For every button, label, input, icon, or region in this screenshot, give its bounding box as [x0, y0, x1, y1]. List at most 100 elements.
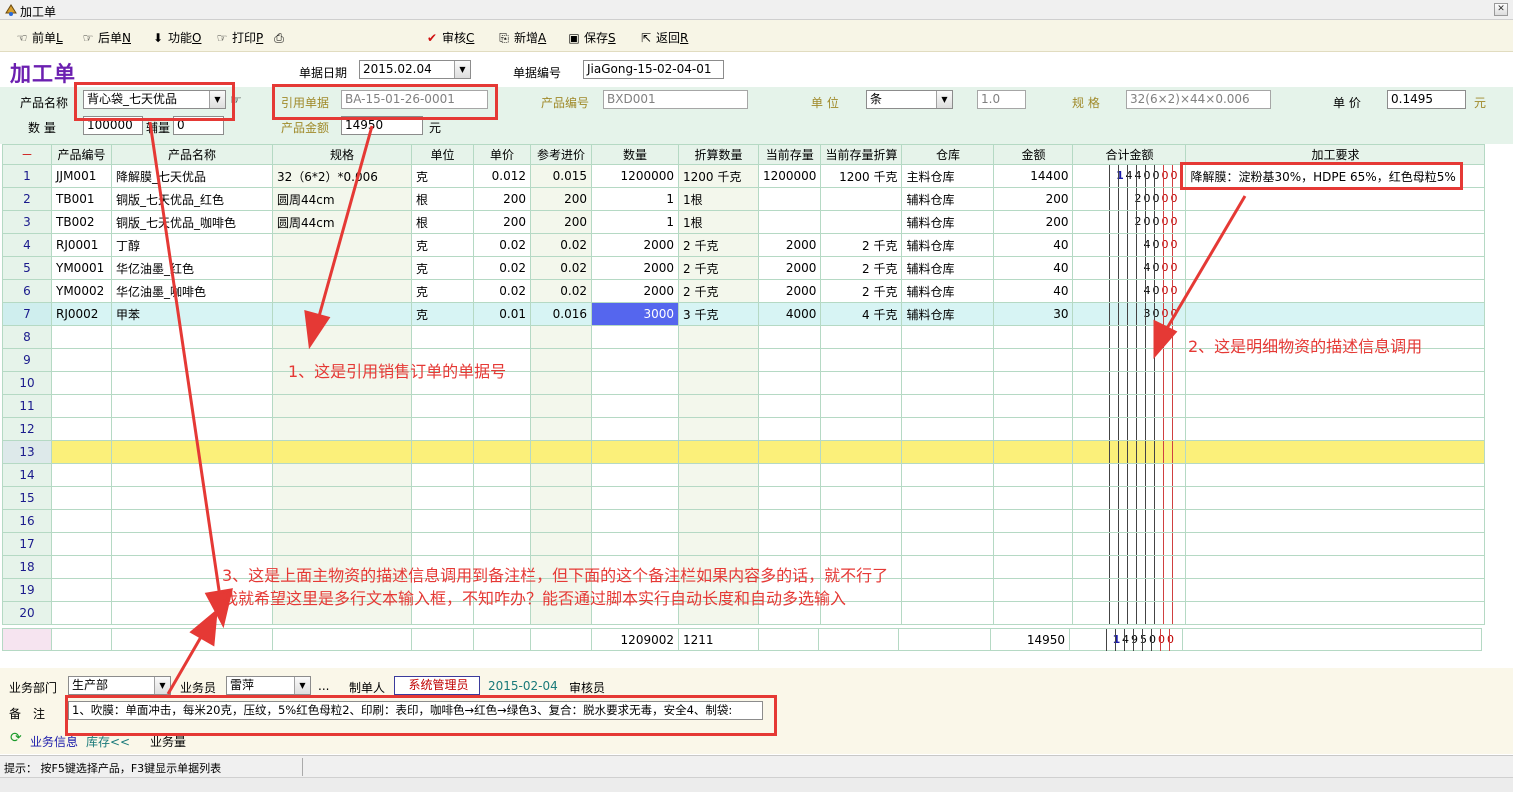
grid-cell[interactable]	[1185, 256, 1486, 280]
grid-cell[interactable]: 圆周44cm	[272, 187, 412, 211]
spec-field[interactable]: 32(6×2)×44×0.006	[1126, 90, 1271, 109]
total-digits-cell[interactable]	[1072, 325, 1187, 349]
grid-cell[interactable]	[111, 509, 273, 533]
grid-cell[interactable]	[111, 532, 273, 556]
grid-cell[interactable]	[820, 210, 903, 234]
grid-cell[interactable]	[411, 440, 474, 464]
grid-cell[interactable]	[530, 371, 592, 395]
grid-cell[interactable]: 30	[993, 302, 1074, 326]
grid-cell[interactable]: 2 千克	[820, 233, 903, 257]
grid-cell[interactable]: 辅料仓库	[901, 233, 995, 257]
tab-stock[interactable]: 库存<<	[86, 733, 130, 750]
grid-cell[interactable]	[678, 371, 759, 395]
grid-cell[interactable]	[473, 417, 531, 441]
grid-cell[interactable]	[111, 325, 273, 349]
total-digits-cell[interactable]: 4000	[1072, 279, 1187, 303]
grid-cell[interactable]	[993, 325, 1074, 349]
total-digits-cell[interactable]	[1072, 601, 1187, 625]
table-row[interactable]: 10	[2, 371, 1486, 395]
grid-cell[interactable]	[678, 417, 759, 441]
grid-cell[interactable]: 40	[993, 256, 1074, 280]
table-row[interactable]: 4 RJ0001 丁醇克 0.02 0.02 2000 2 千克 2000 2 千克 辅料仓库 40…	[2, 233, 1486, 257]
grid-cell[interactable]	[1185, 601, 1486, 625]
grid-cell[interactable]: 200	[530, 210, 592, 234]
grid-cell[interactable]: 0.02	[530, 279, 592, 303]
grid-cell[interactable]: 2 千克	[678, 233, 759, 257]
grid-cell[interactable]	[757, 348, 822, 372]
dept-select[interactable]: 生产部 ▼	[68, 676, 171, 695]
grid-cell[interactable]	[51, 325, 112, 349]
grid-cell[interactable]: 辅料仓库	[901, 256, 995, 280]
total-digits-cell[interactable]: 1440000	[1072, 164, 1187, 188]
grid-cell[interactable]	[757, 187, 822, 211]
grid-cell[interactable]	[1185, 210, 1486, 234]
col-header[interactable]: 产品编号	[51, 144, 112, 165]
chevron-down-icon[interactable]: ▼	[936, 91, 952, 108]
grid-cell[interactable]: 1200000	[757, 164, 822, 188]
grid-cell[interactable]	[820, 394, 903, 418]
table-row[interactable]: 2 TB001 铜版_七天优品_红色 圆周44cm 根 200 200 1 1根 辅料仓库 200 2…	[2, 187, 1486, 211]
grid-cell[interactable]	[51, 371, 112, 395]
grid-cell[interactable]: 辅料仓库	[901, 187, 995, 211]
grid-cell[interactable]	[591, 440, 679, 464]
grid-cell[interactable]	[591, 371, 679, 395]
grid-cell[interactable]	[51, 417, 112, 441]
grid-cell[interactable]	[272, 440, 412, 464]
add-button[interactable]: ⎘ 新增A	[496, 29, 546, 47]
grid-cell[interactable]	[51, 509, 112, 533]
grid-cell[interactable]	[901, 348, 995, 372]
grid-cell[interactable]: 辅料仓库	[901, 279, 995, 303]
grid-cell[interactable]	[901, 555, 995, 579]
grid-cell[interactable]	[591, 325, 679, 349]
grid-cell[interactable]	[530, 325, 592, 349]
grid-cell[interactable]: 200	[473, 210, 531, 234]
col-header[interactable]: 规格	[272, 144, 412, 165]
grid-cell[interactable]	[530, 532, 592, 556]
product-code-field[interactable]: BXD001	[603, 90, 748, 109]
col-header[interactable]: 加工要求	[1185, 144, 1486, 165]
grid-cell[interactable]	[473, 532, 531, 556]
grid-cell[interactable]: 丁醇	[111, 233, 273, 257]
grid-cell[interactable]	[1185, 463, 1486, 487]
grid-cell[interactable]	[820, 325, 903, 349]
grid-cell[interactable]	[1185, 578, 1486, 602]
col-header[interactable]: 当前存量	[757, 144, 822, 165]
salesman-browse-button[interactable]: ...	[318, 679, 329, 693]
grid-cell[interactable]	[820, 440, 903, 464]
grid-cell[interactable]	[993, 486, 1074, 510]
table-row[interactable]: 3 TB002 铜版_七天优品_咖啡色 圆周44cm 根 200 200 1 1根 辅料仓库 200…	[2, 210, 1486, 234]
amount-field[interactable]: 14950	[341, 116, 423, 135]
grid-cell[interactable]	[411, 325, 474, 349]
grid-cell[interactable]: 1根	[678, 187, 759, 211]
remark-field[interactable]: 1、吹膜：单面冲击，每米20克，压纹，5%红色母粒2、印刷：表印，咖啡色→红色→…	[68, 701, 763, 720]
table-row[interactable]: 6 YM0002 华亿油墨_咖啡色克 0.02 0.02 2000 2 千克 2000 2 千克…	[2, 279, 1486, 303]
grid-cell[interactable]	[993, 348, 1074, 372]
total-digits-cell[interactable]	[1072, 463, 1187, 487]
grid-cell[interactable]: 0.02	[530, 256, 592, 280]
refresh-icon[interactable]: ⟳	[10, 730, 22, 746]
table-row[interactable]: 13	[2, 440, 1486, 464]
grid-cell[interactable]	[820, 371, 903, 395]
table-row[interactable]: 7 RJ0002 甲苯克 0.01 0.016 3000 3 千克 4000 4 千克 辅料仓库 3…	[2, 302, 1486, 326]
grid-cell[interactable]	[111, 394, 273, 418]
grid-cell[interactable]	[757, 463, 822, 487]
grid-cell[interactable]: 1200 千克	[678, 164, 759, 188]
grid-cell[interactable]: 3000	[591, 302, 679, 326]
ref-doc-field[interactable]: BA-15-01-26-0001	[341, 90, 488, 109]
grid-cell[interactable]	[678, 486, 759, 510]
grid-cell[interactable]: 4 千克	[820, 302, 903, 326]
grid-cell[interactable]	[901, 417, 995, 441]
grid-cell[interactable]: 200	[530, 187, 592, 211]
total-digits-cell[interactable]: 20000	[1072, 210, 1187, 234]
total-digits-cell[interactable]	[1072, 486, 1187, 510]
grid-cell[interactable]	[901, 601, 995, 625]
chevron-down-icon[interactable]: ▼	[209, 91, 225, 108]
grid-cell[interactable]: 主料仓库	[901, 164, 995, 188]
grid-cell[interactable]: 0.01	[473, 302, 531, 326]
grid-cell[interactable]: 克	[411, 256, 474, 280]
grid-cell[interactable]: 2 千克	[678, 256, 759, 280]
save-button[interactable]: ▣ 保存S	[566, 29, 615, 47]
grid-cell[interactable]	[272, 532, 412, 556]
grid-cell[interactable]	[757, 371, 822, 395]
grid-cell[interactable]	[820, 348, 903, 372]
